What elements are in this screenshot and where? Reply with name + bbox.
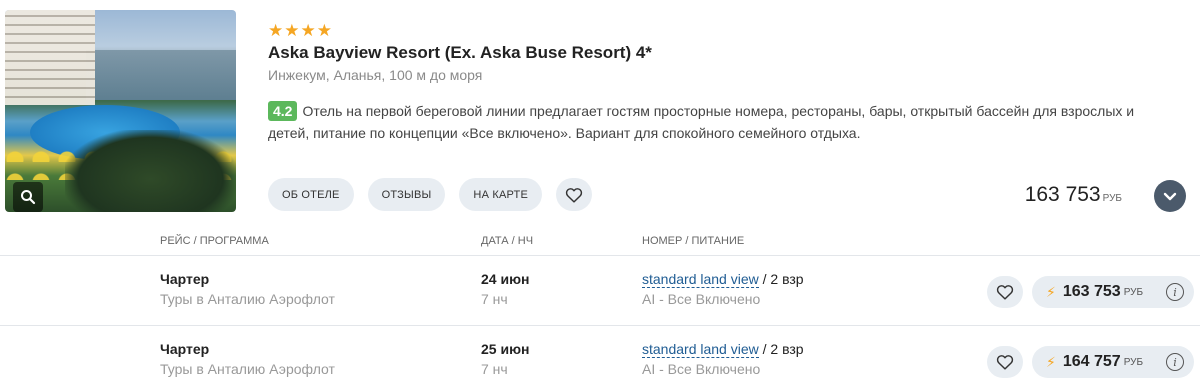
row-price-currency: РУБ bbox=[1123, 286, 1144, 298]
expand-tours-button[interactable] bbox=[1154, 180, 1186, 212]
row-flight: Чартер bbox=[160, 341, 210, 357]
photo-palms bbox=[65, 130, 236, 212]
room-type-link[interactable]: standard land view bbox=[642, 341, 759, 358]
heart-icon bbox=[996, 355, 1014, 370]
chevron-down-icon bbox=[1163, 192, 1177, 201]
tours-table: РЕЙС / ПРОГРАММА ДАТА / НЧ НОМЕР / ПИТАН… bbox=[0, 225, 1200, 386]
row-room: standard land view / 2 взр bbox=[642, 341, 804, 359]
row-price-button[interactable]: ⚡ 163 753 РУБ i bbox=[1032, 276, 1194, 308]
hotel-min-price: 163 753 РУБ bbox=[1025, 183, 1122, 207]
row-date: 25 июн bbox=[481, 341, 530, 357]
room-guests: / 2 взр bbox=[758, 341, 804, 357]
favorite-button[interactable] bbox=[556, 178, 593, 211]
hotel-description: 4.2 Отель на первой береговой линии предл… bbox=[268, 100, 1168, 144]
row-nights: 7 нч bbox=[481, 291, 508, 307]
header-date: ДАТА / НЧ bbox=[481, 235, 534, 247]
row-flight: Чартер bbox=[160, 271, 210, 287]
row-price-currency: РУБ bbox=[1123, 356, 1144, 368]
table-row: Чартер Туры в Анталию Аэрофлот 25 июн 7 … bbox=[0, 325, 1200, 386]
table-row: Чартер Туры в Анталию Аэрофлот 24 июн 7 … bbox=[0, 255, 1200, 325]
info-icon[interactable]: i bbox=[1166, 283, 1184, 301]
room-type-link[interactable]: standard land view bbox=[642, 271, 759, 288]
search-icon bbox=[21, 190, 36, 205]
lightning-icon: ⚡ bbox=[1046, 283, 1056, 300]
hotel-photo[interactable] bbox=[5, 10, 236, 212]
row-price-amount: 164 757 bbox=[1062, 353, 1121, 370]
header-room: НОМЕР / ПИТАНИЕ bbox=[642, 235, 745, 247]
rating-badge: 4.2 bbox=[268, 101, 298, 121]
header-flight: РЕЙС / ПРОГРАММА bbox=[160, 235, 269, 247]
row-program: Туры в Анталию Аэрофлот bbox=[160, 291, 335, 307]
row-nights: 7 нч bbox=[481, 361, 508, 377]
description-text: Отель на первой береговой линии предлага… bbox=[268, 103, 1135, 141]
photo-building bbox=[5, 10, 95, 105]
heart-icon bbox=[565, 187, 583, 203]
row-favorite-button[interactable] bbox=[987, 276, 1023, 308]
row-meal: AI - Все Включено bbox=[642, 361, 761, 377]
hotel-price-currency: РУБ bbox=[1102, 193, 1122, 204]
hotel-actions: ОБ ОТЕЛЕ ОТЗЫВЫ НА КАРТЕ bbox=[268, 178, 593, 211]
heart-icon bbox=[996, 285, 1014, 300]
on-map-button[interactable]: НА КАРТЕ bbox=[459, 178, 543, 211]
hotel-stars: ★★★★ bbox=[268, 21, 333, 40]
row-price-button[interactable]: ⚡ 164 757 РУБ i bbox=[1032, 346, 1194, 378]
about-hotel-button[interactable]: ОБ ОТЕЛЕ bbox=[268, 178, 354, 211]
hotel-price-amount: 163 753 bbox=[1024, 183, 1101, 206]
row-price-amount: 163 753 bbox=[1062, 283, 1121, 300]
info-icon[interactable]: i bbox=[1166, 353, 1184, 371]
row-favorite-button[interactable] bbox=[987, 346, 1023, 378]
reviews-button[interactable]: ОТЗЫВЫ bbox=[367, 178, 446, 211]
lightning-icon: ⚡ bbox=[1046, 353, 1056, 370]
row-program: Туры в Анталию Аэрофлот bbox=[160, 361, 335, 377]
room-guests: / 2 взр bbox=[758, 271, 804, 287]
photo-zoom-button[interactable] bbox=[13, 182, 43, 212]
photo-sea bbox=[86, 50, 236, 100]
hotel-card: ★★★★ Aska Bayview Resort (Ex. Aska Buse … bbox=[0, 0, 1200, 225]
row-room: standard land view / 2 взр bbox=[642, 271, 804, 289]
row-meal: AI - Все Включено bbox=[642, 291, 761, 307]
tours-table-header: РЕЙС / ПРОГРАММА ДАТА / НЧ НОМЕР / ПИТАН… bbox=[0, 225, 1200, 255]
hotel-location: Инжекум, Аланья, 100 м до моря bbox=[268, 67, 483, 83]
hotel-name[interactable]: Aska Bayview Resort (Ex. Aska Buse Resor… bbox=[268, 43, 652, 63]
row-date: 24 июн bbox=[481, 271, 530, 287]
